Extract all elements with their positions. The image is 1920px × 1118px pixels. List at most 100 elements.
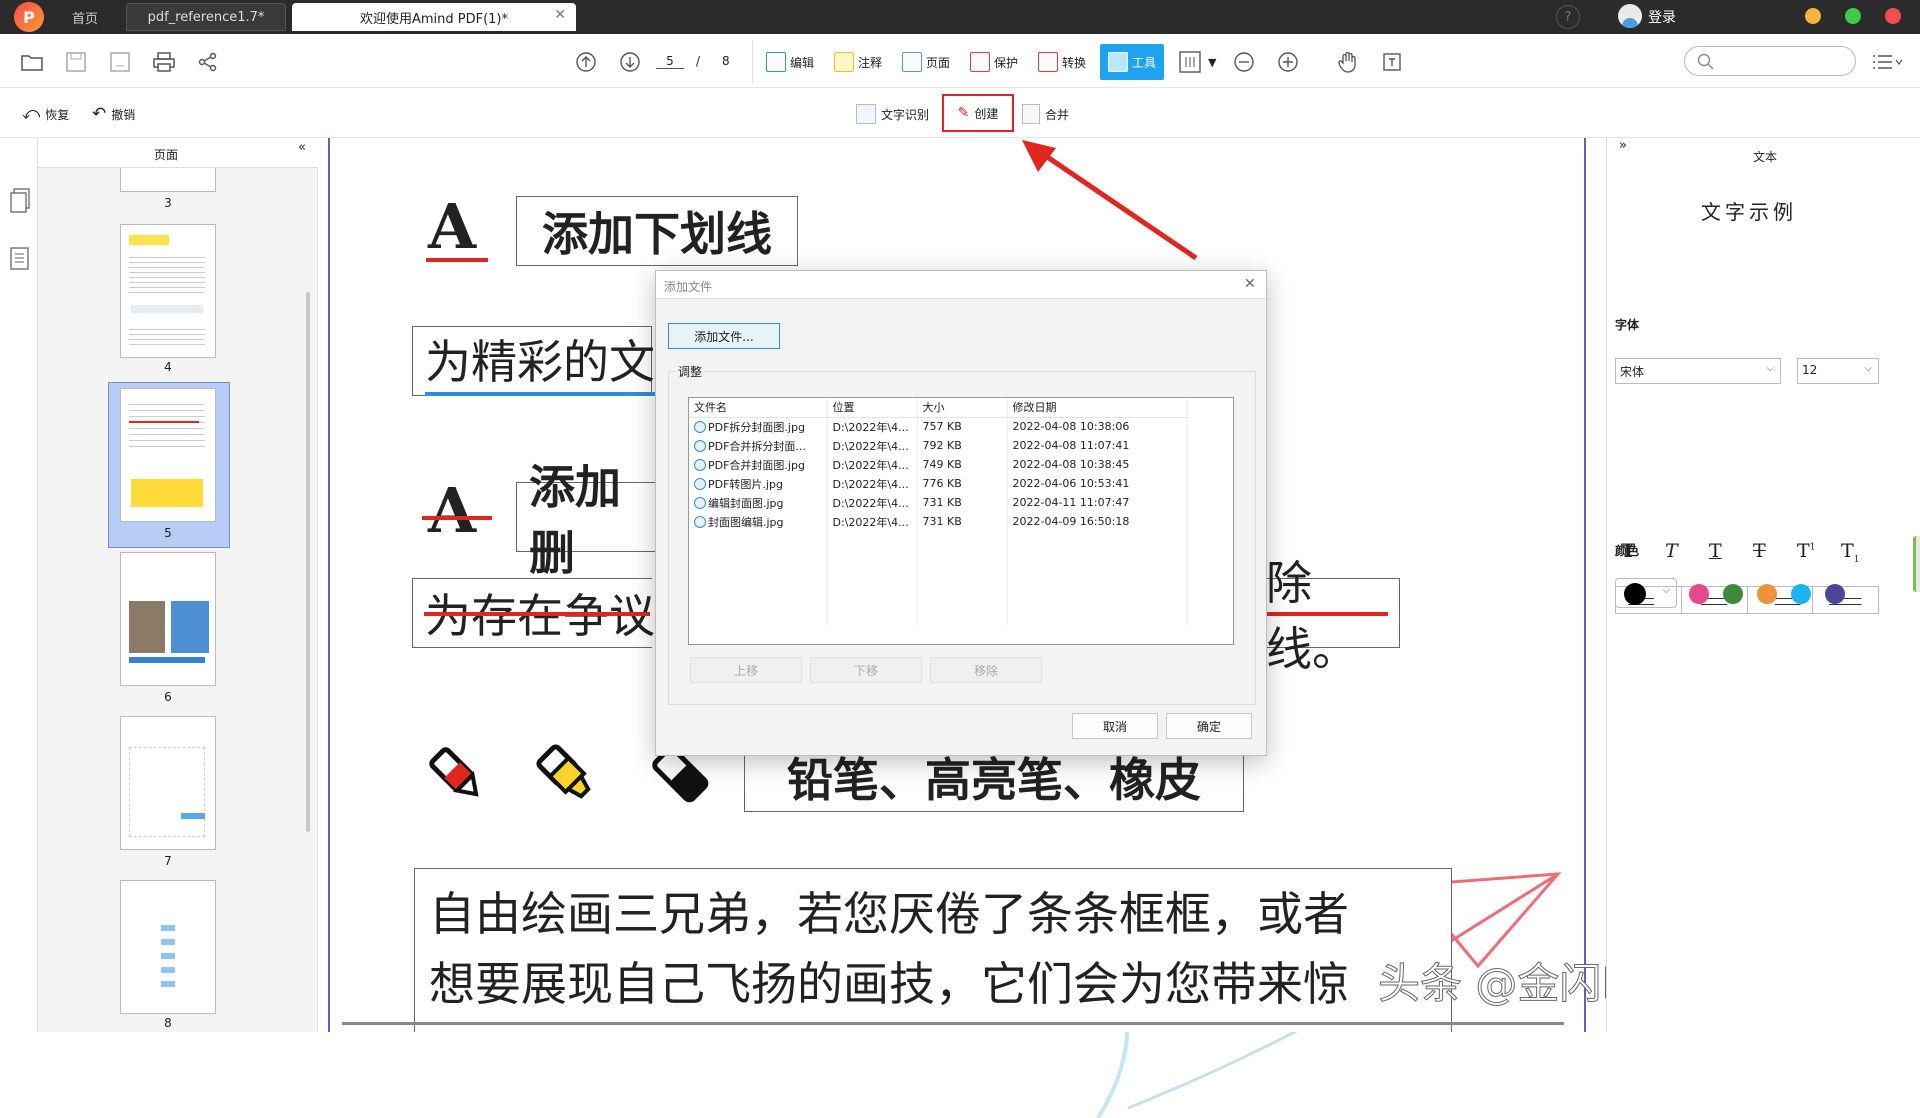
ocr-button[interactable]: 文字识别	[856, 102, 929, 126]
file-row[interactable]: 编辑封面图.jpg D:\2022年\4... 731 KB 2022-04-11 1…	[689, 493, 1188, 512]
file-cell-date: 2022-04-09 16:50:18	[1007, 512, 1188, 531]
thumbnail-scrollbar[interactable]	[306, 292, 310, 832]
view-mode-dropdown-icon[interactable]: ▼	[1208, 56, 1216, 69]
next-page-icon[interactable]	[618, 50, 642, 74]
empty-cell	[689, 550, 828, 569]
minimize-button[interactable]	[1805, 8, 1821, 24]
file-column-header[interactable]: 位置	[827, 398, 918, 418]
ribbon-annotate[interactable]: 注释	[828, 46, 888, 78]
thumbnail-page-6[interactable]	[120, 552, 216, 686]
ribbon-convert[interactable]: 转换	[1032, 46, 1092, 78]
strike-line-right	[1252, 612, 1388, 616]
file-row[interactable]: PDF合并封面图.jpg D:\2022年\4... 749 KB 2022-04-0…	[689, 455, 1188, 474]
print-icon[interactable]	[152, 50, 176, 74]
prev-page-icon[interactable]	[574, 50, 598, 74]
thumbnail-page-8[interactable]	[120, 880, 216, 1014]
file-row[interactable]: PDF合并拆分封面... D:\2022年\4... 792 KB 2022-04-0…	[689, 436, 1188, 455]
restore-button[interactable]: ⤺ 恢复	[22, 102, 69, 126]
image-file-icon	[694, 515, 706, 528]
close-tab-icon[interactable]: ✕	[554, 7, 566, 23]
horizontal-scrollbar[interactable]	[342, 1022, 1564, 1025]
thumbnail-page-5[interactable]	[120, 388, 216, 522]
thumbnail-page-7[interactable]	[120, 716, 216, 850]
zoom-in-icon[interactable]	[1276, 50, 1300, 74]
ribbon-edit[interactable]: 编辑	[760, 46, 820, 78]
user-avatar-icon[interactable]	[1618, 4, 1642, 28]
ribbon-protect[interactable]: 保护	[964, 46, 1024, 78]
login-link[interactable]: 登录	[1648, 7, 1676, 27]
color-swatch[interactable]	[1723, 584, 1743, 604]
ribbon-page[interactable]: 页面	[896, 46, 956, 78]
file-cell-text: 776 KB	[922, 477, 962, 490]
save-icon[interactable]	[64, 50, 88, 74]
close-button[interactable]	[1885, 8, 1901, 24]
file-list[interactable]: 文件名 位置 大小 修改日期 PDF拆分封面图.jpg D:\2022年\4... 757…	[688, 397, 1234, 645]
font-size-select[interactable]: 12 ⌵	[1797, 358, 1879, 384]
thumbnail-page-3[interactable]	[120, 168, 216, 192]
merge-button[interactable]: 合并	[1022, 102, 1069, 126]
panel-scroll-handle[interactable]	[1913, 536, 1920, 592]
ok-button[interactable]: 确定	[1166, 713, 1252, 739]
ribbon-tools[interactable]: 工具	[1100, 44, 1165, 80]
help-icon[interactable]: ?	[1556, 5, 1580, 29]
align-justify-icon[interactable]	[1813, 587, 1878, 613]
add-file-button[interactable]: 添加文件...	[668, 323, 780, 349]
share-icon[interactable]	[196, 50, 220, 74]
expand-panel-icon[interactable]: »	[1619, 138, 1627, 153]
italic-icon[interactable]: T	[1665, 540, 1678, 562]
file-column-header[interactable]: 文件名	[689, 398, 828, 418]
superscript-icon[interactable]: T1	[1797, 540, 1815, 562]
move-down-button[interactable]: 下移	[810, 657, 922, 683]
open-folder-icon[interactable]	[20, 50, 44, 74]
color-swatch[interactable]	[1791, 584, 1811, 604]
thumbnail-page-4[interactable]	[120, 224, 216, 358]
file-column-header[interactable]: 大小	[917, 398, 1008, 418]
remove-button[interactable]: 移除	[930, 657, 1042, 683]
tab-welcome[interactable]: 欢迎使用Amind PDF(1)* ✕	[292, 3, 576, 31]
file-cell-text: 731 KB	[922, 515, 962, 528]
page-number-input[interactable]: 5	[656, 54, 684, 69]
file-cell-date: 2022-04-11 11:07:47	[1007, 493, 1188, 512]
image-file-icon	[694, 458, 706, 471]
zoom-out-icon[interactable]	[1232, 50, 1256, 74]
cancel-button[interactable]: 取消	[1072, 713, 1158, 739]
dialog-close-icon[interactable]: ✕	[1244, 276, 1256, 292]
pencil-icon	[429, 747, 479, 797]
file-cell-text: 2022-04-08 10:38:06	[1012, 420, 1130, 434]
file-row[interactable]: 封面图编辑.jpg D:\2022年\4... 731 KB 2022-04-09 1…	[689, 512, 1188, 531]
font-select[interactable]: 宋体 ⌵	[1615, 358, 1781, 384]
empty-cell	[689, 588, 828, 607]
move-up-button[interactable]: 上移	[690, 657, 802, 683]
view-mode-icon[interactable]	[1178, 50, 1202, 74]
file-row[interactable]: PDF转图片.jpg D:\2022年\4... 776 KB 2022-04-06 …	[689, 474, 1188, 493]
menu-icon[interactable]	[1870, 50, 1904, 74]
search-input[interactable]	[1684, 46, 1856, 76]
underline-icon[interactable]: T	[1709, 540, 1722, 562]
outline-panel-icon[interactable]	[9, 246, 31, 276]
create-button[interactable]: ✎ 创建	[942, 94, 1014, 132]
hand-tool-icon[interactable]	[1336, 50, 1360, 74]
file-column-header[interactable]: 修改日期	[1007, 398, 1188, 418]
file-cell-size: 749 KB	[917, 455, 1008, 474]
underline-a-bar	[426, 258, 488, 262]
color-swatch[interactable]	[1689, 584, 1709, 604]
color-swatch[interactable]	[1757, 584, 1777, 604]
maximize-button[interactable]	[1845, 8, 1861, 24]
undo-button[interactable]: ↶ 撤销	[92, 102, 135, 126]
collapse-panel-icon[interactable]: «	[298, 140, 306, 155]
file-row[interactable]: PDF拆分封面图.jpg D:\2022年\4... 757 KB 2022-04-0…	[689, 417, 1188, 436]
save-as-icon[interactable]	[108, 50, 132, 74]
ribbon-edit-label: 编辑	[790, 55, 815, 70]
color-swatch[interactable]	[1825, 584, 1845, 604]
strikethrough-icon[interactable]: T	[1753, 540, 1766, 562]
underline-title: 添加下划线	[516, 196, 798, 266]
file-cell-text: D:\2022年\4...	[832, 439, 909, 453]
ribbon-annotate-label: 注释	[858, 55, 883, 70]
select-area-icon[interactable]	[1380, 50, 1404, 74]
file-cell-text: 792 KB	[922, 439, 962, 452]
tab-home[interactable]: 首页	[50, 3, 120, 31]
subscript-icon[interactable]: T1	[1841, 540, 1859, 565]
tab-pdf-reference[interactable]: pdf_reference1.7*	[126, 3, 286, 31]
color-picker[interactable]: ⌵	[1615, 578, 1677, 608]
pages-panel-icon[interactable]	[9, 188, 31, 218]
